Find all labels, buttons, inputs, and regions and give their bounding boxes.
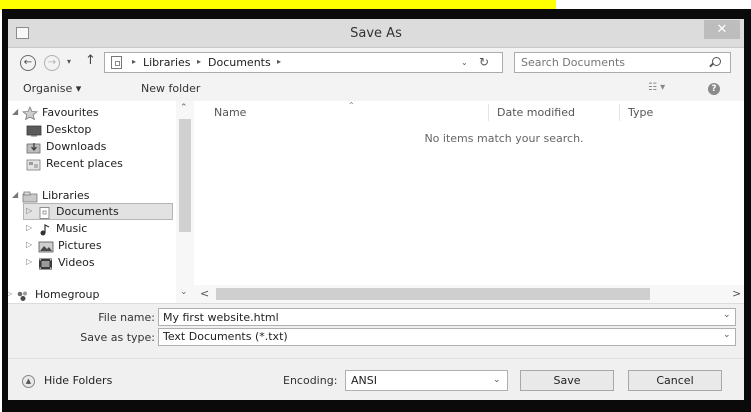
search-box[interactable] (514, 52, 731, 73)
horizontal-scrollbar[interactable]: < > (194, 285, 744, 303)
expand-icon[interactable]: ▷ (26, 206, 32, 215)
back-button[interactable]: ← (20, 55, 36, 71)
homegroup-icon (15, 290, 31, 302)
sidebar-item-label: Libraries (42, 189, 90, 202)
column-header-name[interactable]: Name (214, 106, 246, 119)
save-as-type-select[interactable]: Text Documents (*.txt) ⌄ (158, 328, 736, 346)
breadcrumb-separator-icon[interactable]: ▸ (277, 57, 281, 66)
downloads-icon (26, 142, 42, 154)
help-icon[interactable]: ? (708, 83, 720, 95)
navigation-scrollbar[interactable]: ⌃ ⌄ (176, 101, 194, 303)
save-form: File name: ⌄ Save as type: Text Document… (8, 303, 744, 400)
breadcrumb-separator-icon[interactable]: ▸ (132, 57, 136, 66)
documents-icon (38, 207, 54, 219)
expand-icon[interactable]: ▷ (8, 289, 12, 298)
chevron-down-icon[interactable]: ⌄ (461, 58, 468, 67)
column-divider[interactable] (619, 104, 620, 121)
sidebar-item-label: Documents (56, 205, 119, 218)
file-list: Name ⌃ Date modified Type No items match… (194, 101, 744, 285)
expand-icon[interactable]: ◢ (12, 107, 18, 116)
encoding-value: ANSI (351, 374, 377, 387)
save-button[interactable]: Save (520, 370, 614, 391)
sort-arrow-icon: ⌃ (348, 101, 355, 110)
file-name-label: File name: (98, 311, 155, 324)
search-input[interactable] (521, 55, 701, 70)
chevron-down-icon[interactable]: ⌄ (180, 287, 188, 297)
file-name-input[interactable] (163, 310, 703, 324)
chevron-down-icon[interactable]: ⌄ (493, 375, 501, 385)
expand-icon[interactable]: ▷ (26, 240, 32, 249)
address-bar[interactable]: ▸ Libraries ▸ Documents ▸ ⌄ ↻ (104, 52, 503, 73)
column-divider[interactable] (488, 104, 489, 121)
videos-icon (38, 258, 54, 270)
cancel-button[interactable]: Cancel (628, 370, 722, 391)
search-icon[interactable] (712, 57, 721, 66)
organise-button[interactable]: Organise ▾ (23, 82, 81, 95)
navigation-pane: ◢ Favourites Desktop Downloads Recent pl… (8, 101, 194, 303)
forward-button[interactable]: → (44, 55, 60, 71)
command-toolbar: Organise ▾ New folder ☷ ▾ ? (8, 77, 744, 101)
expand-icon[interactable]: ▷ (26, 223, 32, 232)
sidebar-item-label: Downloads (46, 140, 107, 153)
sidebar-item-label: Favourites (42, 106, 99, 119)
chevron-right-icon[interactable]: > (732, 287, 741, 300)
sidebar-item-label: Desktop (46, 123, 92, 136)
desktop-icon (26, 125, 42, 137)
chevron-down-icon[interactable]: ⌄ (723, 310, 731, 320)
up-button[interactable]: ↑ (85, 53, 96, 68)
scrollbar-thumb[interactable] (179, 119, 191, 232)
frame-border-right (744, 9, 751, 412)
frame-border-top (2, 9, 751, 19)
sidebar-item-label: Videos (58, 256, 95, 269)
refresh-button[interactable]: ↻ (479, 55, 489, 69)
expand-icon[interactable]: ▷ (26, 257, 32, 266)
save-as-type-value: Text Documents (*.txt) (163, 330, 288, 343)
pictures-icon (38, 241, 54, 253)
breadcrumb-documents[interactable]: Documents (208, 56, 271, 69)
dialog-footer: ▲ Hide Folders Encoding: ANSI ⌄ Save Can… (8, 358, 744, 400)
star-icon (21, 106, 39, 121)
music-icon (38, 224, 54, 236)
close-button[interactable]: ✕ (704, 20, 740, 39)
folder-icon (111, 56, 122, 69)
column-header-type[interactable]: Type (628, 106, 653, 119)
chevron-left-icon[interactable]: < (200, 287, 209, 300)
encoding-select[interactable]: ANSI ⌄ (345, 370, 508, 391)
window-title: Save As (350, 26, 402, 41)
sidebar-item-label: Recent places (46, 157, 123, 170)
file-name-combobox[interactable]: ⌄ (158, 308, 736, 326)
save-as-type-label: Save as type: (80, 331, 155, 344)
libraries-icon (22, 191, 38, 203)
chevron-down-icon[interactable]: ⌄ (723, 330, 731, 340)
new-folder-button[interactable]: New folder (141, 82, 200, 95)
encoding-label: Encoding: (283, 374, 338, 387)
column-header-date-modified[interactable]: Date modified (497, 106, 575, 119)
view-options-button[interactable]: ☷ ▾ (648, 82, 665, 93)
recent-locations-dropdown[interactable]: ▾ (67, 57, 71, 66)
scrollbar-thumb[interactable] (216, 288, 650, 300)
navigation-bar: ← → ▾ ↑ ▸ Libraries ▸ Documents ▸ ⌄ ↻ (8, 49, 744, 76)
save-as-dialog: Save As ✕ ← → ▾ ↑ ▸ Libraries ▸ Document… (8, 19, 744, 400)
breadcrumb-separator-icon[interactable]: ▸ (197, 57, 201, 66)
empty-message: No items match your search. (424, 132, 584, 145)
title-bar: Save As ✕ (8, 19, 744, 48)
recent-places-icon (26, 159, 42, 171)
chevron-up-icon[interactable]: ⌃ (180, 103, 188, 113)
breadcrumb-libraries[interactable]: Libraries (143, 56, 191, 69)
sidebar-item-label: Homegroup (35, 288, 100, 301)
sidebar-item-label: Pictures (58, 239, 102, 252)
hide-folders-label: Hide Folders (44, 374, 113, 387)
expand-icon[interactable]: ◢ (12, 190, 18, 199)
sidebar-item-label: Music (56, 222, 88, 235)
chevron-up-icon: ▲ (22, 375, 35, 388)
frame-border-bottom (2, 400, 751, 412)
